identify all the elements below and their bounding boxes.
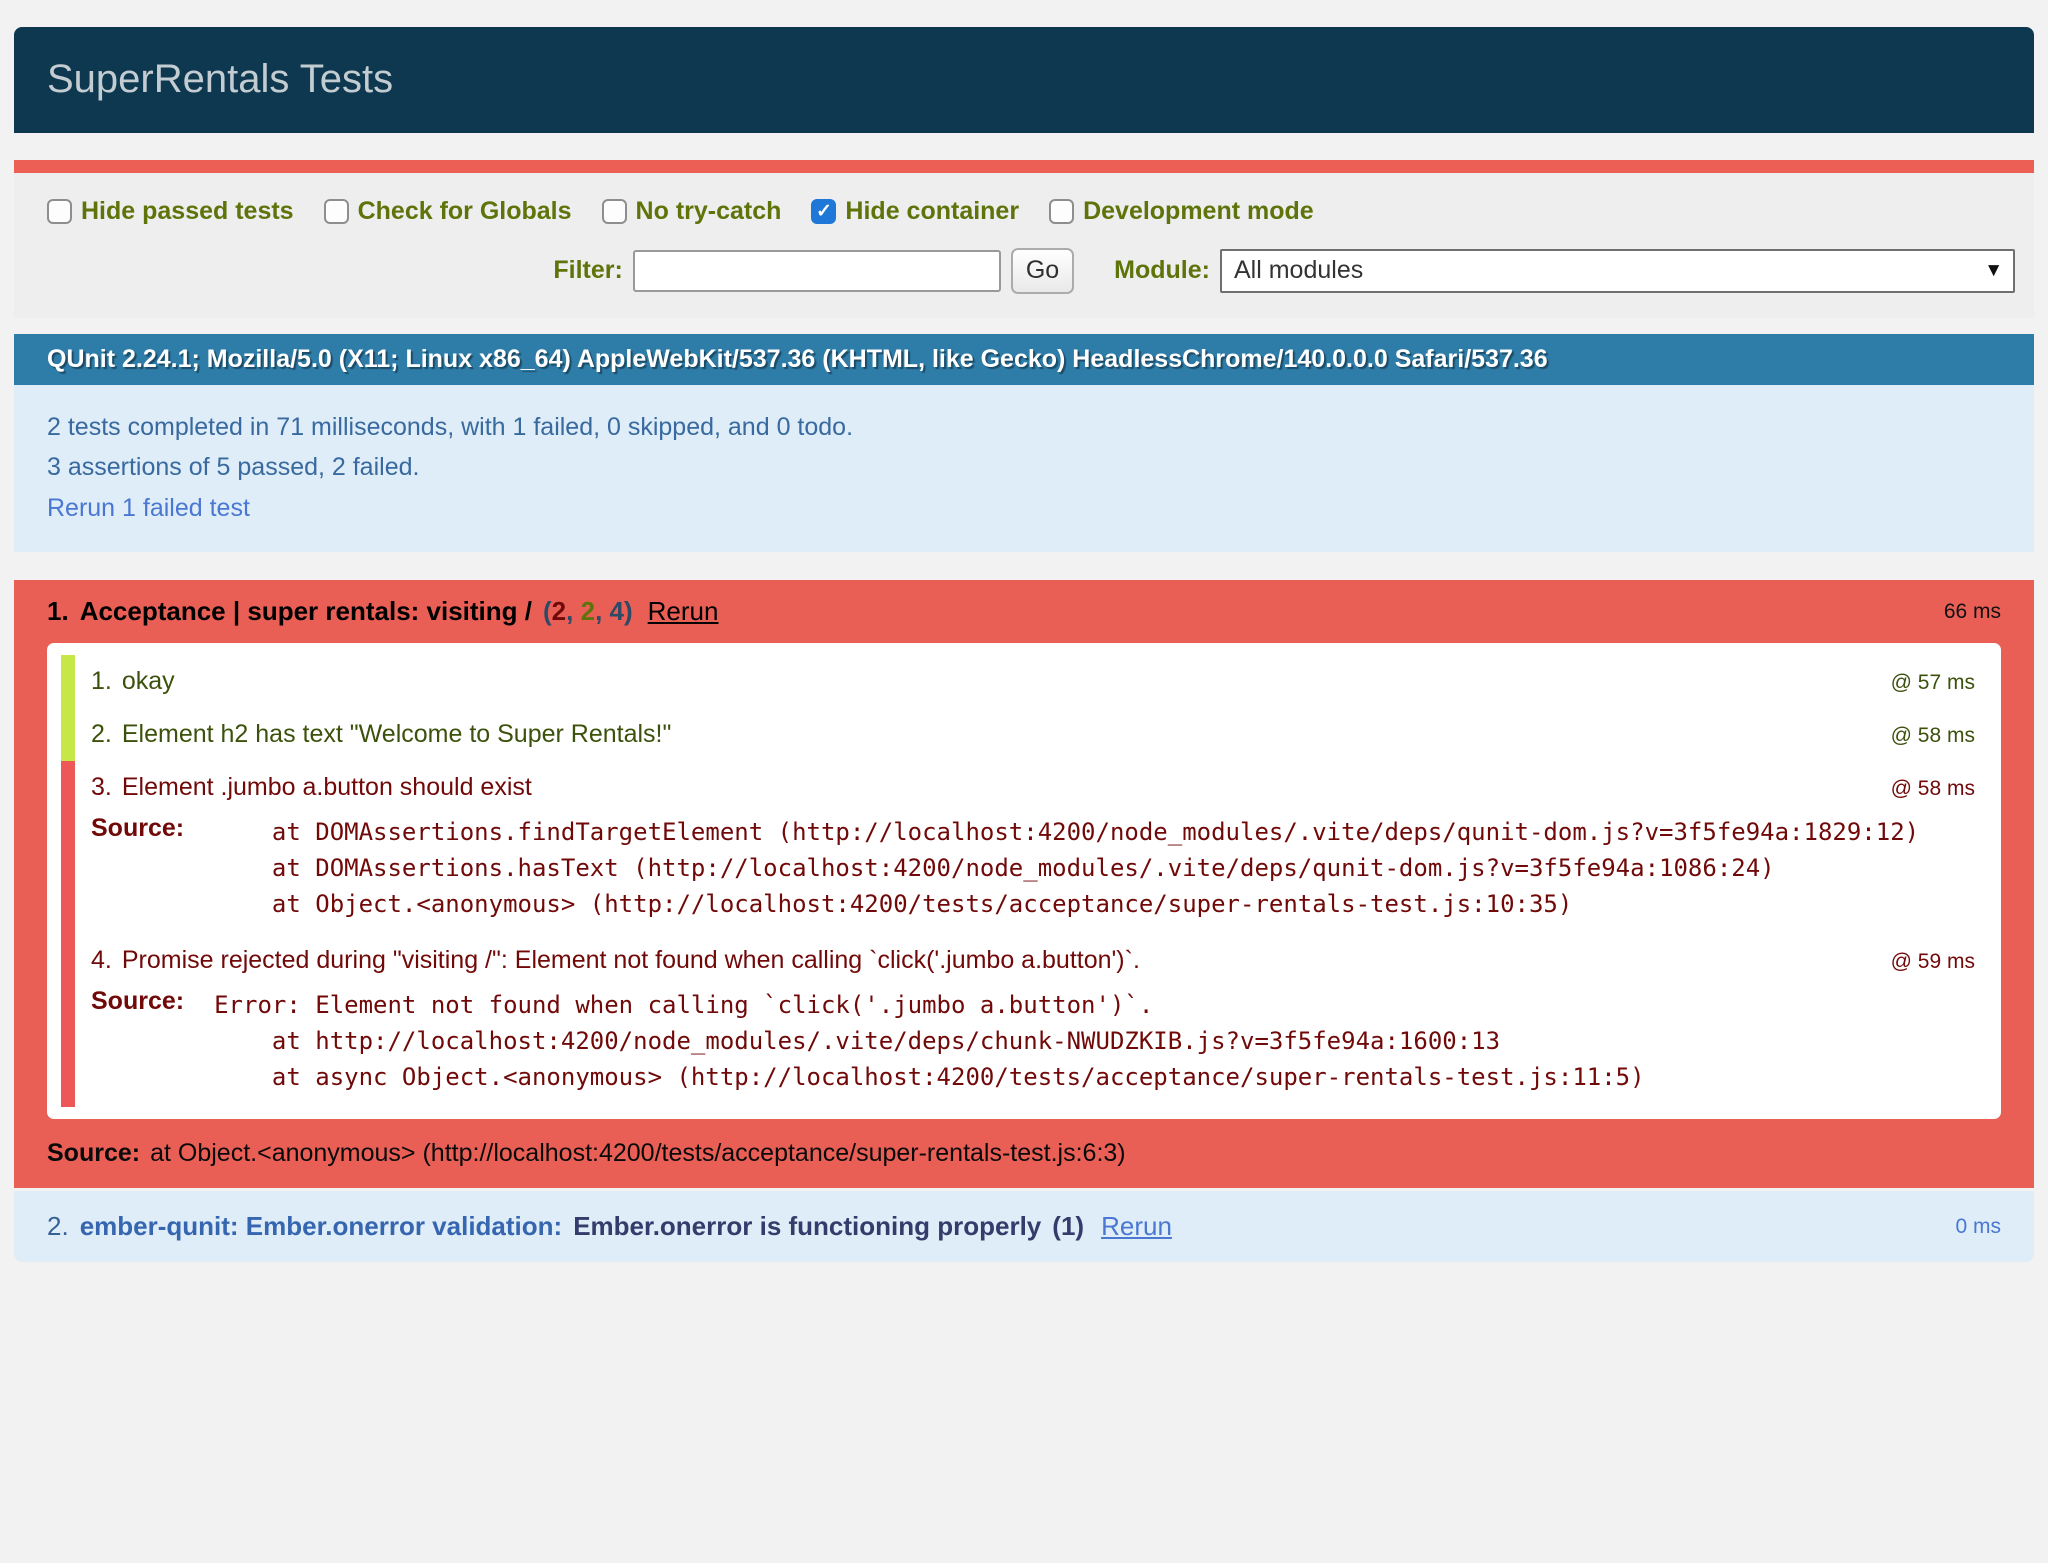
test-item-passed[interactable]: 2. ember-qunit: Ember.onerror validation…: [14, 1191, 2034, 1262]
assertion-number: 4.: [91, 946, 112, 975]
checkbox-label: Development mode: [1083, 197, 1314, 226]
assertion-line: 3. Element .jumbo a.button should exist …: [91, 773, 1979, 802]
toolbar-checkbox-row: ✓ Hide passed tests ✓ Check for Globals …: [47, 197, 2034, 226]
checkbox-no-try-catch[interactable]: ✓ No try-catch: [602, 197, 782, 226]
page-title-text: SuperRentals Tests: [47, 57, 393, 101]
assertion-runtime: @ 57 ms: [1891, 671, 1979, 695]
test-number: 2.: [47, 1211, 69, 1242]
checkbox-hide-container[interactable]: ✓ Hide container: [811, 197, 1019, 226]
failed-count: 2: [552, 596, 581, 626]
checkbox-hide-passed-tests[interactable]: ✓ Hide passed tests: [47, 197, 294, 226]
page-title: SuperRentals Tests: [14, 27, 2034, 133]
module-select-value: All modules: [1234, 256, 1363, 285]
test-name: Ember.onerror is functioning properly: [573, 1211, 1041, 1242]
checkmark-icon: ✓: [816, 202, 832, 221]
go-button[interactable]: Go: [1011, 248, 1074, 294]
assertion-message: Element .jumbo a.button should exist: [122, 773, 532, 802]
source-label: Source:: [91, 987, 184, 1016]
checkbox-icon[interactable]: ✓: [602, 199, 627, 224]
test-source-location: at Object.<anonymous> (http://localhost:…: [150, 1139, 1126, 1168]
assertion-source: Source: Error: Element not found when ca…: [91, 987, 1979, 1095]
assertion-list: 1. okay @ 57 ms 2. Element h2 has text "…: [47, 643, 2001, 1119]
passed-count: 2: [581, 596, 610, 626]
assertion-source: Source: at DOMAssertions.findTargetEleme…: [91, 814, 1979, 922]
module-name: ember-qunit: Ember.onerror validation:: [80, 1211, 563, 1242]
user-agent-bar: QUnit 2.24.1; Mozilla/5.0 (X11; Linux x8…: [14, 334, 2034, 385]
test-runtime: 0 ms: [1955, 1215, 2001, 1239]
test-header[interactable]: 1. Acceptance | super rentals: visiting …: [47, 596, 2001, 627]
assertion-message: okay: [122, 667, 175, 696]
assertion-runtime: @ 58 ms: [1891, 724, 1979, 748]
rerun-test-link[interactable]: Rerun: [648, 596, 719, 627]
chevron-down-icon: ▼: [1984, 260, 2003, 282]
stack-trace: Error: Element not found when calling `c…: [214, 987, 1644, 1095]
assertion-message: Element h2 has text "Welcome to Super Re…: [122, 720, 672, 749]
summary-line-completed: 2 tests completed in 71 milliseconds, wi…: [47, 407, 2001, 448]
test-runtime: 66 ms: [1944, 600, 2001, 624]
source-label: Source:: [91, 814, 184, 843]
rerun-failed-tests-link[interactable]: Rerun 1 failed test: [47, 488, 250, 529]
assertion-number: 2.: [91, 720, 112, 749]
test-item-failed: 1. Acceptance | super rentals: visiting …: [14, 580, 2034, 1188]
result-banner-fail: [14, 160, 2034, 173]
assertion-message: Promise rejected during "visiting /": El…: [122, 946, 1140, 975]
assertion-runtime: @ 58 ms: [1891, 777, 1979, 801]
assertion-row: 2. Element h2 has text "Welcome to Super…: [61, 708, 1987, 761]
test-name: Acceptance | super rentals: visiting /: [80, 596, 532, 627]
checkbox-check-for-globals[interactable]: ✓ Check for Globals: [324, 197, 572, 226]
rerun-test-link[interactable]: Rerun: [1101, 1211, 1172, 1242]
assertion-line: 2. Element h2 has text "Welcome to Super…: [91, 720, 1979, 749]
assertion-number: 3.: [91, 773, 112, 802]
assertion-line: 4. Promise rejected during "visiting /":…: [91, 946, 1979, 975]
assertion-runtime: @ 59 ms: [1891, 950, 1979, 974]
summary-line-assertions: 3 assertions of 5 passed, 2 failed.: [47, 447, 2001, 488]
checkbox-icon[interactable]: ✓: [1049, 199, 1074, 224]
test-source: Source: at Object.<anonymous> (http://lo…: [47, 1139, 2001, 1168]
checkbox-label: Hide passed tests: [81, 197, 294, 226]
assertion-line: 1. okay @ 57 ms: [91, 667, 1979, 696]
checkbox-icon[interactable]: ✓: [811, 199, 836, 224]
assertion-row: 4. Promise rejected during "visiting /":…: [61, 934, 1987, 1107]
checkbox-icon[interactable]: ✓: [324, 199, 349, 224]
module-label: Module:: [1114, 256, 1210, 285]
assertion-counts: 224: [543, 596, 633, 627]
test-result-summary: 2 tests completed in 71 milliseconds, wi…: [14, 385, 2034, 553]
module-select[interactable]: All modules ▼: [1220, 249, 2015, 293]
checkbox-label: Hide container: [845, 197, 1019, 226]
checkbox-label: Check for Globals: [358, 197, 572, 226]
assertion-row: 3. Element .jumbo a.button should exist …: [61, 761, 1987, 934]
checkbox-development-mode[interactable]: ✓ Development mode: [1049, 197, 1314, 226]
source-label: Source:: [47, 1139, 140, 1168]
testrunner-toolbar: ✓ Hide passed tests ✓ Check for Globals …: [14, 173, 2034, 318]
assertion-count: 1: [1052, 1211, 1084, 1242]
qunit-page: SuperRentals Tests ✓ Hide passed tests ✓…: [14, 27, 2034, 1263]
stack-trace: at DOMAssertions.findTargetElement (http…: [214, 814, 1919, 922]
toolbar-filter-row: Filter: Go Module: All modules ▼: [14, 248, 2034, 294]
test-number: 1.: [47, 596, 69, 627]
filter-input[interactable]: [633, 250, 1001, 292]
assertion-row: 1. okay @ 57 ms: [61, 655, 1987, 708]
checkbox-label: No try-catch: [636, 197, 782, 226]
total-count: 4: [610, 596, 624, 626]
checkbox-icon[interactable]: ✓: [47, 199, 72, 224]
filter-label: Filter:: [553, 256, 622, 285]
assertion-number: 1.: [91, 667, 112, 696]
